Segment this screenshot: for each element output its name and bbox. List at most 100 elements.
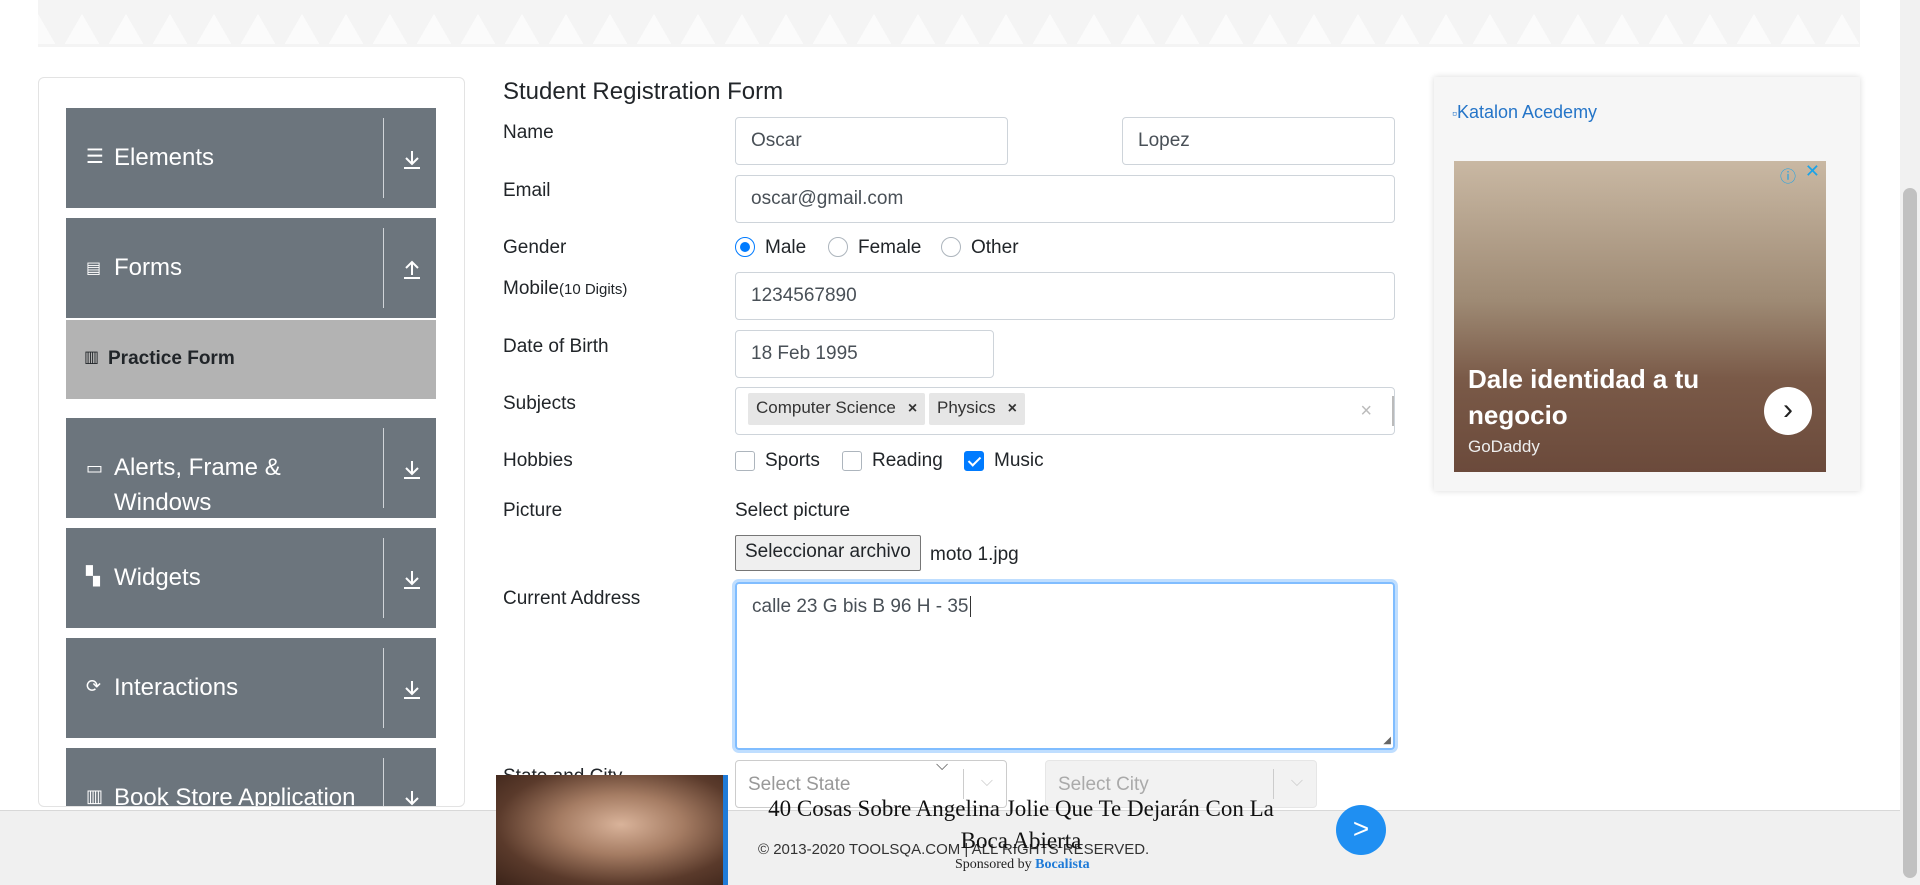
sidebar-group-interactions[interactable]: ⟳ Interactions [66,638,436,738]
sidebar-group-alerts[interactable]: ▭ Alerts, Frame & Windows [66,418,436,518]
download-arrow-icon [404,151,420,169]
gender-female-radio[interactable] [828,237,848,257]
first-name-input[interactable]: Oscar [735,117,1008,165]
ad-link[interactable]: ▫Katalon Acedemy [1452,102,1597,123]
gender-male-label[interactable]: Male [765,237,806,259]
gender-other-label[interactable]: Other [971,237,1019,259]
dob-label: Date of Birth [503,336,609,357]
widgets-icon: ▚ [86,566,100,586]
choose-file-button[interactable]: Seleccionar archivo [735,535,921,571]
ad-link-label: Katalon Acedemy [1456,102,1598,122]
select-picture-label: Select picture [735,500,851,521]
popup-accent-bar [723,775,728,885]
text-caret: ​ [969,596,971,617]
ad-panel: ▫Katalon Acedemy ⓘ ✕ Dale identidad a tu… [1434,77,1860,491]
divider [383,758,384,806]
mobile-label-text: Mobile [503,278,559,299]
last-name-input[interactable]: Lopez [1122,117,1395,165]
sidebar-group-label: Book Store Application [114,784,356,807]
sidebar-group-forms[interactable]: ▤ Forms [66,218,436,318]
subject-chip: Physics × [929,393,1025,425]
interactions-icon: ⟳ [86,676,102,696]
text-caret [1392,396,1394,426]
hobby-reading-checkbox[interactable] [842,451,862,471]
chevron-right-icon[interactable]: › [1764,387,1812,435]
chevron-down-icon: ⌵ [936,757,949,774]
document-icon: ▤ [86,260,102,277]
ad-brand: GoDaddy [1468,437,1540,456]
sidebar: ☰ Elements ▤ Forms ▥ Practice Form ▭ Ale… [38,77,465,807]
sponsored-prefix: Sponsored by [955,857,1032,872]
arrow-right-icon[interactable]: > [1336,805,1386,855]
gender-label: Gender [503,237,567,258]
gender-female-label[interactable]: Female [858,237,921,259]
date-of-birth-input[interactable]: 18 Feb 1995 [735,330,994,378]
mobile-label: Mobile(10 Digits) [503,278,627,300]
books-icon: ▥ [86,786,104,806]
sidebar-group-widgets[interactable]: ▚ Widgets [66,528,436,628]
file-name: moto 1.jpg [930,544,1019,565]
hobby-sports-label[interactable]: Sports [765,450,820,472]
close-icon[interactable]: ✕ [1805,161,1820,182]
current-address-label: Current Address [503,588,641,609]
divider [383,428,384,508]
info-icon[interactable]: ⓘ [1780,163,1796,187]
resize-handle-icon[interactable]: ◢ [1383,735,1391,746]
divider [383,228,384,308]
top-banner [38,0,1860,47]
scrollbar-thumb[interactable] [1903,188,1917,878]
subject-chip-label: Computer Science [756,398,896,417]
divider [383,648,384,728]
current-address-value: calle 23 G bis B 96 H - 35 [752,596,969,617]
download-arrow-icon [404,461,420,479]
window-icon: ▭ [86,458,104,478]
current-address-textarea[interactable]: calle 23 G bis B 96 H - 35​ ◢ [735,582,1395,750]
sponsor-name[interactable]: Bocalista [1035,857,1089,872]
sidebar-group-elements[interactable]: ☰ Elements [66,108,436,208]
form-icon: ▥ [84,349,100,366]
hobby-music-checkbox[interactable] [964,451,984,471]
list-icon: ☰ [86,146,104,168]
sponsored-popup[interactable]: 40 Cosas Sobre Angelina Jolie Que Te Dej… [496,775,1388,885]
popup-photo[interactable] [496,775,723,885]
divider [383,118,384,198]
gender-male-radio[interactable] [735,237,755,257]
scrollbar[interactable] [1900,0,1920,885]
mobile-hint: (10 Digits) [558,281,628,298]
download-arrow-icon [404,681,420,699]
sidebar-group-label-line2: Windows [114,489,212,516]
hobbies-label: Hobbies [503,450,573,471]
sidebar-group-label: Elements [114,144,215,171]
subject-chip: Computer Science × [748,393,926,425]
hobby-music-label[interactable]: Music [994,450,1044,472]
download-arrow-icon [404,571,420,589]
sidebar-group-label: Interactions [114,674,239,701]
sidebar-group-book-store[interactable]: ▥ Book Store Application [66,748,436,807]
sidebar-item-practice-form[interactable]: ▥ Practice Form [66,320,436,399]
page-title: Student Registration Form [503,78,784,105]
download-arrow-icon [405,791,419,806]
divider [383,538,384,618]
sidebar-item-label: Practice Form [108,348,235,369]
mobile-input[interactable]: 1234567890 [735,272,1395,320]
subjects-label: Subjects [503,393,576,414]
sidebar-group-label: Widgets [114,564,201,591]
ad-headline: Dale identidad a tu negocio [1468,364,1700,430]
ad-image[interactable]: ⓘ ✕ Dale identidad a tu negocio GoDaddy … [1454,161,1826,472]
subject-chip-label: Physics [937,398,996,417]
hobby-reading-label[interactable]: Reading [872,450,943,472]
popup-sponsor: Sponsored by Bocalista [955,857,1090,873]
remove-icon[interactable]: × [908,400,917,417]
name-label: Name [503,122,554,143]
clear-icon[interactable]: × [1360,400,1372,423]
sidebar-group-label: Alerts, Frame & [114,454,281,481]
remove-icon[interactable]: × [1008,400,1017,417]
email-input[interactable]: oscar@gmail.com [735,175,1395,223]
popup-title[interactable]: 40 Cosas Sobre Angelina Jolie Que Te Dej… [751,793,1291,857]
upload-arrow-icon [404,260,420,279]
picture-label: Picture [503,500,563,521]
sidebar-group-label: Forms [114,254,182,281]
gender-other-radio[interactable] [941,237,961,257]
email-label: Email [503,180,551,201]
hobby-sports-checkbox[interactable] [735,451,755,471]
